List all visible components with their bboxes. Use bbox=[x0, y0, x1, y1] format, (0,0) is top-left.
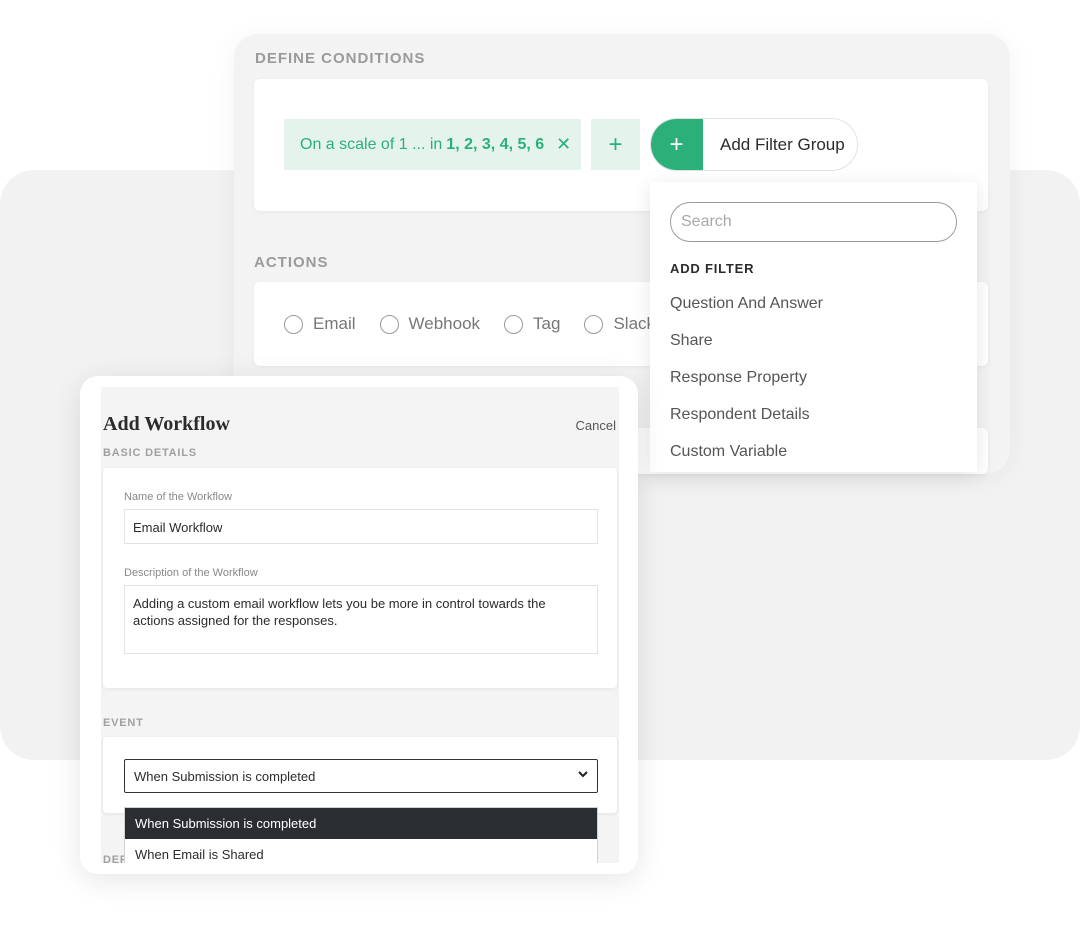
action-option-label: Tag bbox=[533, 314, 561, 333]
action-options: Email Webhook Tag Slack bbox=[284, 314, 679, 334]
condition-chip[interactable]: On a scale of 1 ... in 1, 2, 3, 4, 5, 6 … bbox=[284, 119, 581, 170]
filter-item-respondent-details[interactable]: Respondent Details bbox=[670, 406, 810, 424]
event-option-email-shared[interactable]: When Email is Shared bbox=[125, 839, 597, 863]
action-option-label: Slack bbox=[613, 314, 656, 333]
add-workflow-panel: Add Workflow Cancel BASIC DETAILS Name o… bbox=[101, 387, 619, 863]
event-select[interactable]: When Submission is completed bbox=[124, 759, 598, 793]
actions-label: ACTIONS bbox=[254, 254, 329, 271]
condition-chip-values: 1, 2, 3, 4, 5, 6 bbox=[446, 135, 545, 153]
add-filter-dropdown: ADD FILTER Question And Answer Share Res… bbox=[650, 182, 977, 472]
plus-icon: + bbox=[651, 119, 703, 170]
name-field[interactable]: Email Workflow bbox=[124, 509, 598, 544]
radio-icon bbox=[284, 314, 303, 334]
action-option-tag[interactable]: Tag bbox=[504, 314, 560, 334]
add-filter-group-button[interactable]: + Add Filter Group bbox=[650, 118, 858, 171]
name-field-label: Name of the Workflow bbox=[124, 491, 233, 503]
action-option-email[interactable]: Email bbox=[284, 314, 356, 334]
add-filter-heading: ADD FILTER bbox=[670, 261, 755, 276]
filter-item-custom-variable[interactable]: Custom Variable bbox=[670, 443, 787, 461]
filter-item-question-and-answer[interactable]: Question And Answer bbox=[670, 295, 823, 313]
action-option-label: Webhook bbox=[408, 314, 481, 333]
close-icon[interactable]: ✕ bbox=[556, 134, 571, 155]
condition-chip-text: On a scale of 1 ... in bbox=[300, 135, 443, 153]
radio-icon bbox=[504, 314, 524, 334]
filter-item-response-property[interactable]: Response Property bbox=[670, 369, 807, 387]
plus-icon: + bbox=[608, 130, 623, 158]
add-filter-group-label: Add Filter Group bbox=[720, 134, 845, 154]
action-option-slack[interactable]: Slack bbox=[584, 314, 655, 334]
page-title: Add Workflow bbox=[103, 413, 230, 435]
chevron-down-icon bbox=[577, 768, 589, 783]
cancel-button[interactable]: Cancel bbox=[576, 418, 616, 433]
description-field[interactable]: Adding a custom email workflow lets you … bbox=[124, 585, 598, 654]
add-workflow-window: Add Workflow Cancel BASIC DETAILS Name o… bbox=[80, 376, 638, 874]
action-option-webhook[interactable]: Webhook bbox=[379, 314, 481, 334]
search-input[interactable] bbox=[670, 202, 957, 242]
filter-item-share[interactable]: Share bbox=[670, 332, 713, 350]
description-field-label: Description of the Workflow bbox=[124, 567, 258, 579]
basic-details-label: BASIC DETAILS bbox=[103, 447, 197, 459]
define-conditions-label: DEFINE CONDITIONS bbox=[255, 50, 426, 67]
stage: DEFINE CONDITIONS On a scale of 1 ... in… bbox=[0, 0, 1080, 925]
event-card: When Submission is completed bbox=[103, 737, 617, 813]
radio-icon bbox=[584, 314, 604, 334]
add-condition-button[interactable]: + bbox=[591, 119, 640, 170]
event-option-submission-completed[interactable]: When Submission is completed bbox=[125, 808, 597, 839]
basic-details-card: Name of the Workflow Email Workflow Desc… bbox=[103, 468, 617, 688]
event-selected-value: When Submission is completed bbox=[134, 768, 316, 784]
radio-icon bbox=[379, 314, 399, 334]
event-label: EVENT bbox=[103, 717, 144, 729]
event-options-list: When Submission is completed When Email … bbox=[124, 807, 598, 863]
action-option-label: Email bbox=[313, 314, 356, 333]
